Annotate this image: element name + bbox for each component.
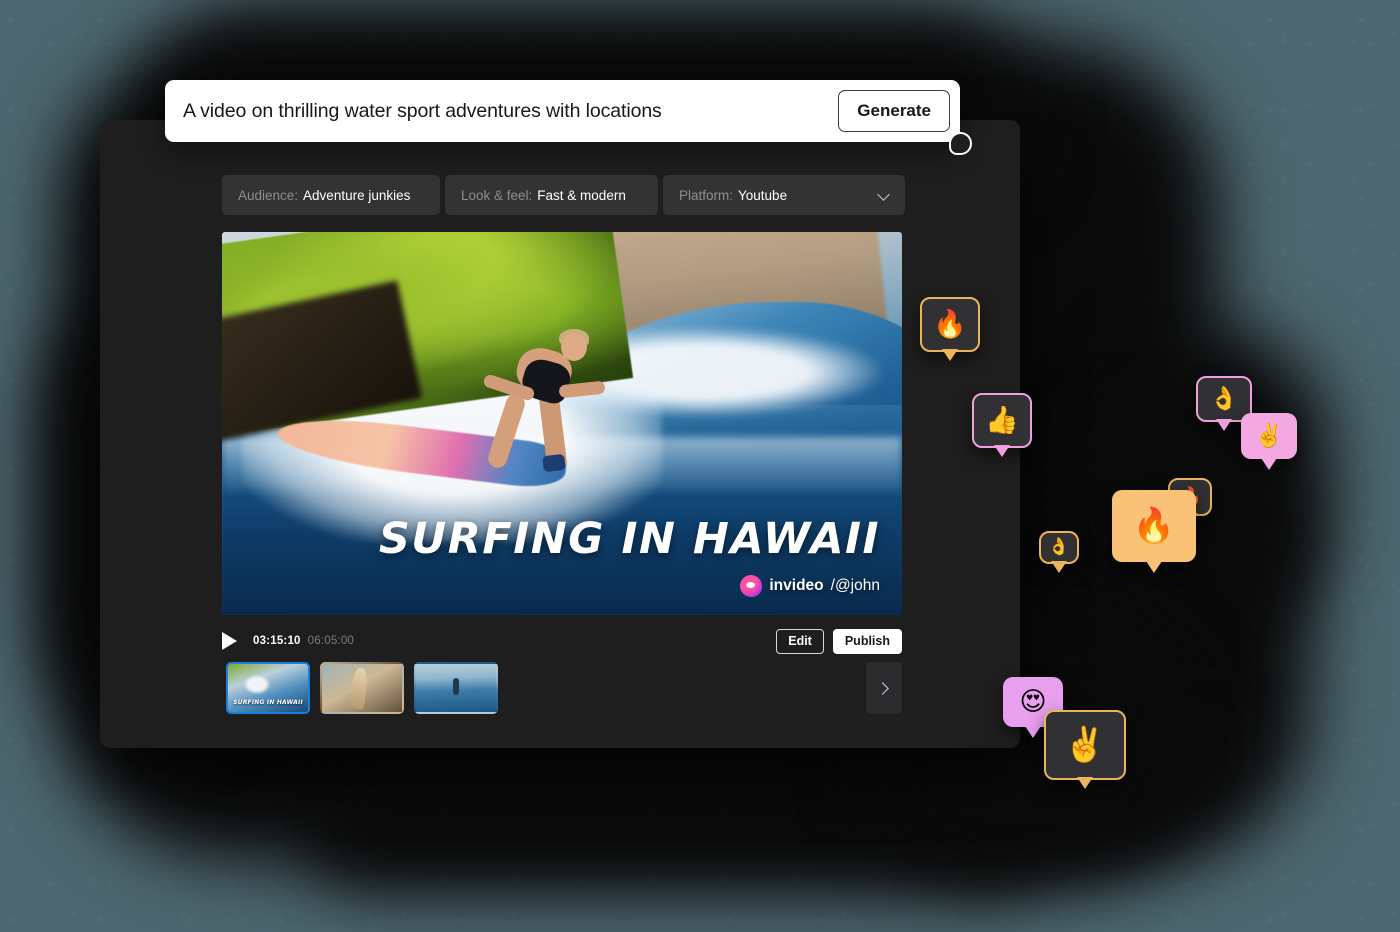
video-controls: 03:15:10 06:05:00 Edit Publish bbox=[222, 626, 902, 656]
thumbnail-strip: SURFING IN HAWAII bbox=[226, 662, 498, 714]
reaction-bubble-thumbs-up[interactable]: 👍 bbox=[972, 393, 1032, 448]
chip-look-and-feel-value: Fast & modern bbox=[537, 187, 626, 203]
ok-hand-icon: 👌 bbox=[1209, 385, 1239, 412]
thumbnail-item[interactable]: SURFING IN HAWAII bbox=[226, 662, 310, 714]
video-preview[interactable]: SURFING IN HAWAII invideo /@john bbox=[222, 232, 902, 615]
reaction-bubble-victory-hand-large[interactable]: ✌️ bbox=[1044, 710, 1126, 780]
surfer-figure bbox=[477, 327, 617, 477]
ok-hand-icon: 👌 bbox=[1048, 537, 1070, 557]
thumbnail-next-button[interactable] bbox=[866, 662, 902, 714]
reaction-bubble-victory-hand[interactable]: ✌️ bbox=[1241, 413, 1297, 459]
reaction-bubble-fire-large[interactable]: 🔥 bbox=[1112, 490, 1196, 562]
prompt-bar: Generate bbox=[165, 80, 972, 155]
victory-hand-icon: ✌️ bbox=[1063, 725, 1107, 765]
thumbnail-item[interactable] bbox=[320, 662, 404, 714]
chip-look-and-feel[interactable]: Look & feel: Fast & modern bbox=[445, 175, 658, 215]
fire-icon: 🔥 bbox=[933, 309, 967, 340]
video-title-overlay: SURFING IN HAWAII bbox=[378, 514, 880, 564]
fire-icon: 🔥 bbox=[1132, 506, 1176, 546]
chip-audience[interactable]: Audience: Adventure junkies bbox=[222, 175, 440, 215]
brand-name: invideo bbox=[769, 577, 824, 594]
chip-look-and-feel-label: Look & feel: bbox=[461, 187, 533, 203]
thumbnail-caption: SURFING IN HAWAII bbox=[233, 699, 303, 706]
current-time: 03:15:10 bbox=[253, 635, 301, 647]
play-icon[interactable] bbox=[222, 632, 237, 650]
chip-platform-value: Youtube bbox=[738, 187, 788, 203]
chevron-down-icon[interactable] bbox=[878, 189, 891, 202]
chevron-right-icon bbox=[876, 681, 889, 695]
edit-button[interactable]: Edit bbox=[776, 628, 824, 654]
brand-handle: /@john bbox=[830, 577, 880, 594]
heart-eyes-icon: 😍 bbox=[1019, 687, 1047, 717]
reaction-bubble-fire[interactable]: 🔥 bbox=[920, 297, 980, 352]
thumbs-up-icon: 👍 bbox=[985, 405, 1019, 436]
filter-chips: Audience: Adventure junkies Look & feel:… bbox=[222, 175, 905, 215]
chip-audience-label: Audience: bbox=[238, 187, 299, 203]
chip-audience-value: Adventure junkies bbox=[303, 187, 411, 203]
victory-hand-icon: ✌️ bbox=[1254, 422, 1284, 449]
invideo-logo-icon bbox=[740, 575, 763, 597]
reaction-bubble-ok-hand-small[interactable]: 👌 bbox=[1039, 531, 1079, 564]
generate-button[interactable]: Generate bbox=[838, 90, 950, 132]
chip-platform-label: Platform: bbox=[679, 187, 734, 203]
thumbnail-item[interactable] bbox=[414, 662, 498, 714]
publish-button[interactable]: Publish bbox=[832, 628, 902, 654]
total-time: 06:05:00 bbox=[307, 635, 355, 647]
chip-platform[interactable]: Platform: Youtube bbox=[663, 175, 905, 215]
prompt-input[interactable] bbox=[183, 99, 839, 123]
cursor-pointer bbox=[949, 132, 972, 155]
video-branding: invideo /@john bbox=[740, 575, 880, 597]
